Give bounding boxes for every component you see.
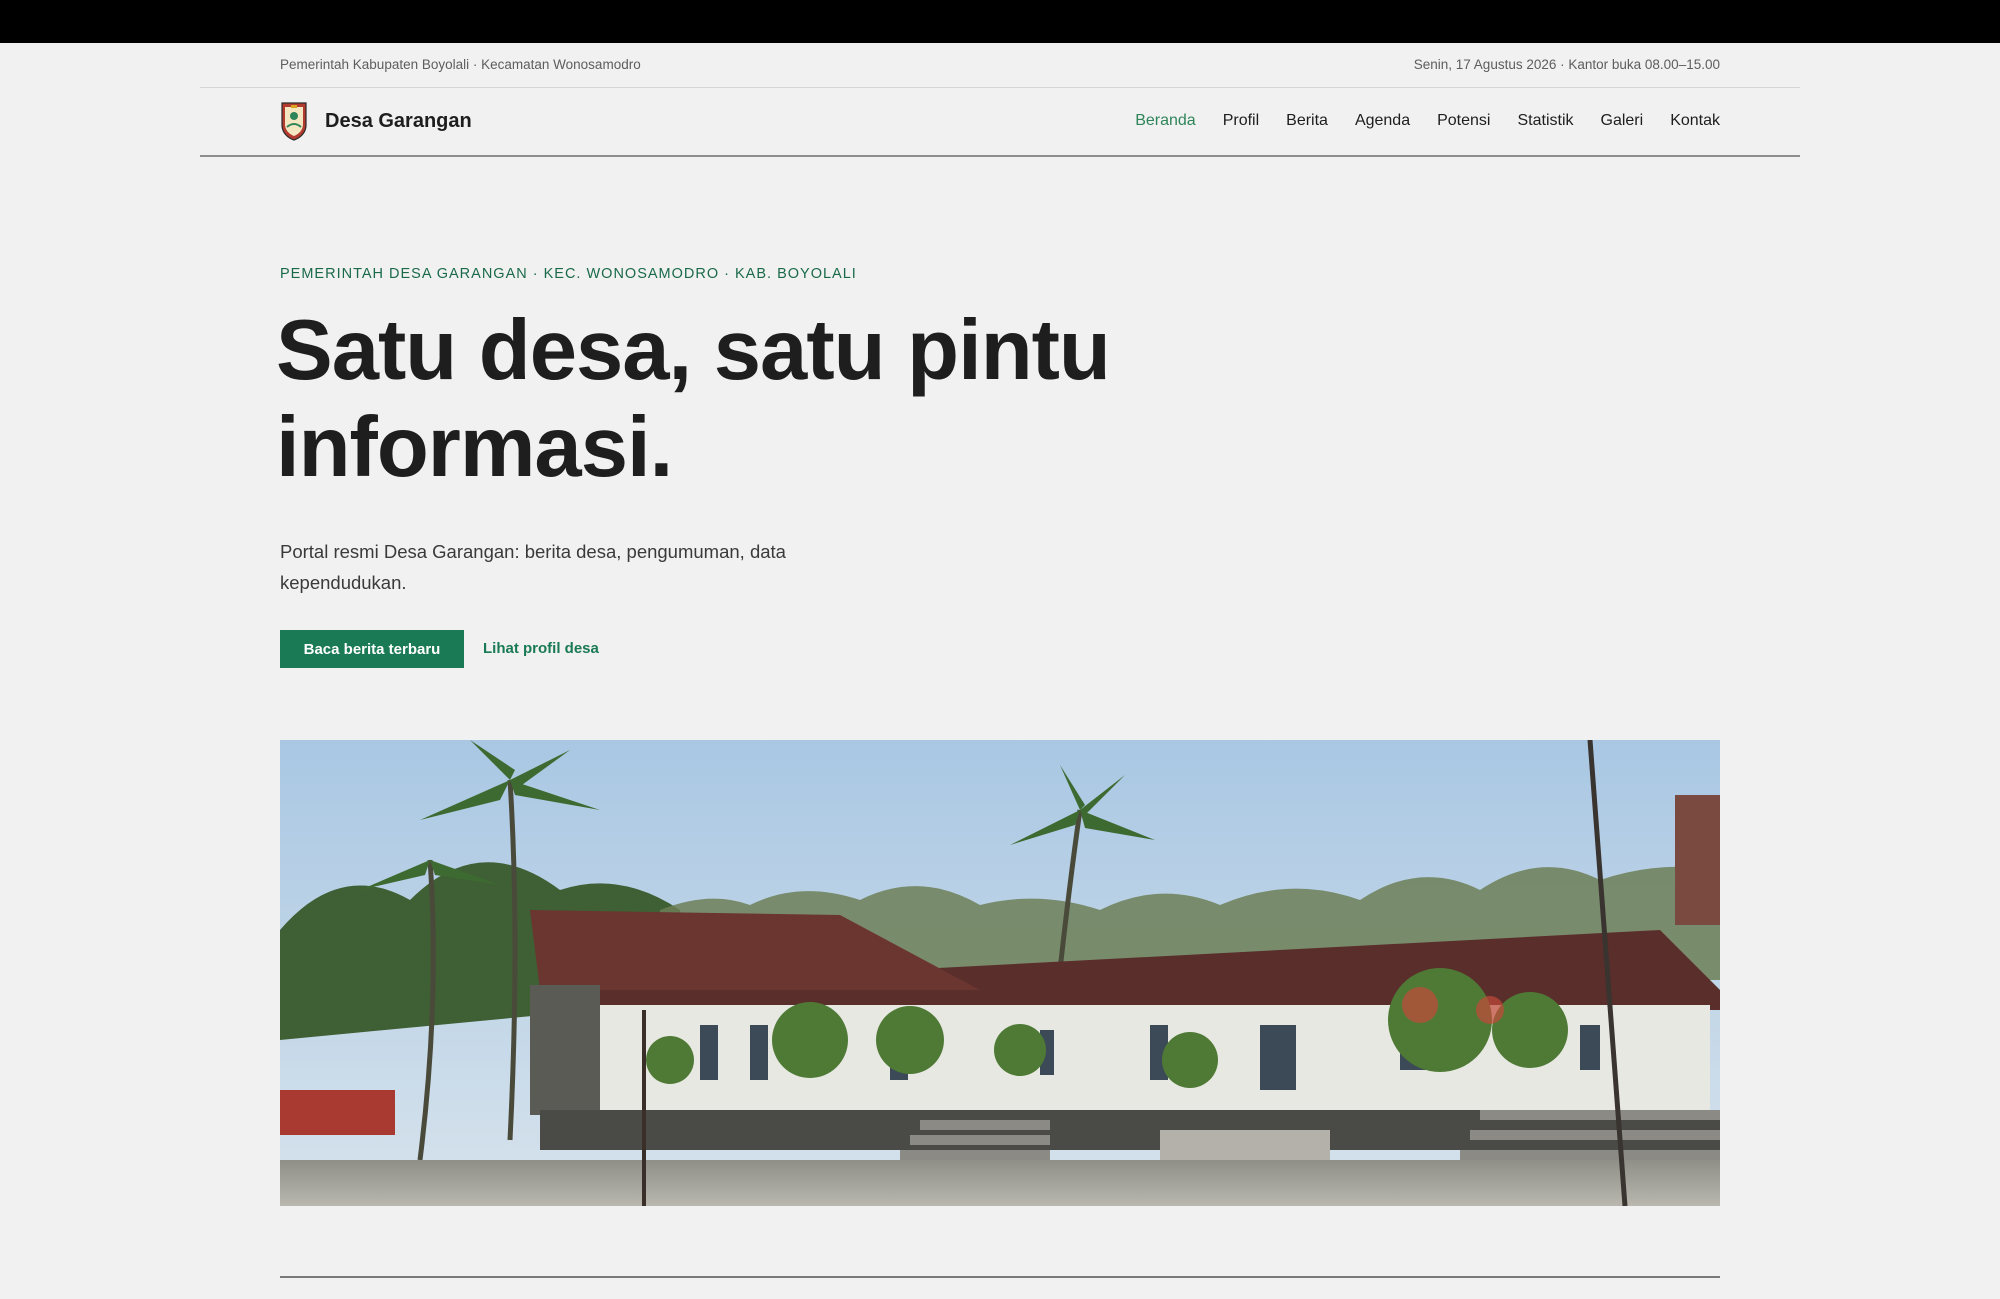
nav-item-galeri[interactable]: Galeri xyxy=(1601,112,1644,130)
nav-item-beranda[interactable]: Beranda xyxy=(1135,112,1196,130)
browser-top-bar xyxy=(0,0,2000,43)
section-divider xyxy=(280,1276,1720,1278)
government-label: Pemerintah Kabupaten Boyolali · Kecamata… xyxy=(280,57,641,72)
site-name: Desa Garangan xyxy=(325,109,472,132)
utility-bar: Pemerintah Kabupaten Boyolali · Kecamata… xyxy=(200,43,1800,88)
headline-line-2: informasi. xyxy=(276,400,673,495)
main-nav: Beranda Profil Berita Agenda Potensi Sta… xyxy=(1108,112,1720,130)
hero-lead: Portal resmi Desa Garangan: berita desa,… xyxy=(280,541,786,593)
hero-headline: Satu desa, satu pintu informasi. xyxy=(276,302,1276,496)
date-office-hours: Senin, 17 Agustus 2026 · Kantor buka 08.… xyxy=(1413,57,1720,72)
headline-line-1: Satu desa, satu pintu xyxy=(276,303,1111,398)
nav-item-kontak[interactable]: Kontak xyxy=(1670,112,1720,130)
village-emblem-icon xyxy=(281,102,307,141)
nav-item-statistik[interactable]: Statistik xyxy=(1517,112,1573,130)
village-office-photo xyxy=(280,740,1720,1206)
brand-home-link[interactable]: Desa Garangan xyxy=(280,101,472,141)
village-office-illustration xyxy=(280,740,1720,1206)
nav-item-potensi[interactable]: Potensi xyxy=(1437,112,1490,130)
hero-eyebrow: PEMERINTAH DESA GARANGAN · KEC. WONOSAMO… xyxy=(280,266,857,282)
nav-item-agenda[interactable]: Agenda xyxy=(1355,112,1410,130)
site-header: Desa Garangan Beranda Profil Berita Agen… xyxy=(200,88,1800,157)
nav-item-profil[interactable]: Profil xyxy=(1223,112,1259,130)
read-latest-news-button[interactable]: Baca berita terbaru xyxy=(280,630,464,668)
nav-item-berita[interactable]: Berita xyxy=(1286,112,1328,130)
view-village-profile-link[interactable]: Lihat profil desa xyxy=(483,640,599,657)
